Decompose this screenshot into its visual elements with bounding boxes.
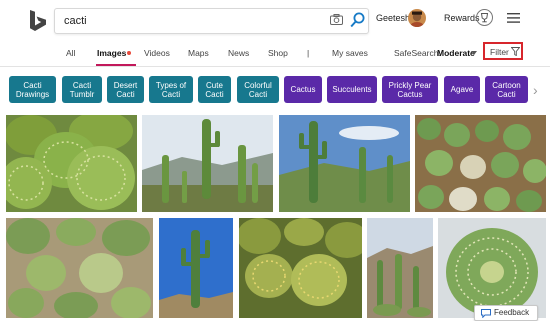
pill-desert-cacti[interactable]: Desert Cacti [107,76,144,103]
user-name[interactable]: Geetesh [376,13,410,23]
pill-agave[interactable]: Agave [444,76,480,103]
tab-shop[interactable]: Shop [268,48,288,58]
safesearch-dropdown[interactable]: Moderate [437,48,475,58]
pill-cartoon-cacti[interactable]: Cartoon Cacti [485,76,528,103]
image-result-cactus-nursery[interactable] [415,115,546,212]
trophy-icon[interactable] [476,9,493,26]
tab-images[interactable]: Images [97,48,126,58]
feedback-label: Feedback [494,308,530,317]
tab-my-saves[interactable]: My saves [332,48,368,58]
feedback-icon [481,309,491,318]
pill-cactus[interactable]: Cactus [284,76,322,103]
rewards-label[interactable]: Rewards [444,13,480,23]
tab-videos[interactable]: Videos [144,48,170,58]
active-tab-underline [96,64,136,66]
feedback-button[interactable]: Feedback [474,305,538,321]
saguaro-blue-sky-image [159,218,233,318]
image-result-large-barrel[interactable] [438,218,546,318]
barrel-cactus-image [6,115,137,212]
image-result-saguaro-field[interactable] [279,115,410,212]
pill-cacti-drawings[interactable]: Cacti Drawings [9,76,56,103]
bing-logo-icon[interactable] [29,10,47,32]
search-icon[interactable] [350,12,365,28]
large-barrel-cactus-image [438,218,546,318]
mixed-cacti-garden-image [6,218,153,318]
related-searches: Cacti Drawings Cacti Tumblr Desert Cacti Ty… [0,76,550,104]
image-result-saguaro-sky[interactable] [159,218,233,318]
pill-succulents[interactable]: Succulents [327,76,377,103]
pill-prickly-pear-cactus[interactable]: Prickly Pear Cactus [382,76,438,103]
nav-tabs: All Images Videos Maps News Shop | My sa… [0,40,550,67]
cactus-nursery-image [415,115,546,212]
top-bar: Geetesh Rewards [0,0,550,36]
desert-cacti-image [367,218,433,318]
image-result-desert-cacti[interactable] [367,218,433,318]
hamburger-menu-icon[interactable] [507,13,520,23]
pill-cacti-tumblr[interactable]: Cacti Tumblr [62,76,102,103]
pill-colorful-cacti[interactable]: Colorful Cacti [237,76,279,103]
safesearch-label: SafeSearch: [394,48,441,58]
search-input[interactable] [64,12,314,30]
image-result-columnar-cacti[interactable] [142,115,273,212]
image-result-golden-barrels[interactable] [239,218,362,318]
filter-funnel-icon [511,47,520,56]
filter-label: Filter [490,47,509,57]
tab-maps[interactable]: Maps [188,48,209,58]
columnar-cactus-image [142,115,273,212]
tab-separator: | [307,48,310,58]
chevron-right-icon[interactable]: › [533,82,538,98]
notification-dot [127,51,131,55]
pill-types-of-cacti[interactable]: Types of Cacti [149,76,193,103]
golden-barrel-image [239,218,362,318]
avatar[interactable] [408,9,426,27]
saguaro-field-image [279,115,410,212]
camera-icon[interactable] [330,14,343,25]
filter-button[interactable]: Filter [483,42,523,60]
pill-cute-cacti[interactable]: Cute Cacti [198,76,231,103]
search-box [54,8,369,34]
tab-all[interactable]: All [66,48,75,58]
chevron-down-icon[interactable] [471,51,477,55]
image-result-mixed-garden[interactable] [6,218,153,318]
image-result-barrel-cluster[interactable] [6,115,137,212]
tab-news[interactable]: News [228,48,249,58]
